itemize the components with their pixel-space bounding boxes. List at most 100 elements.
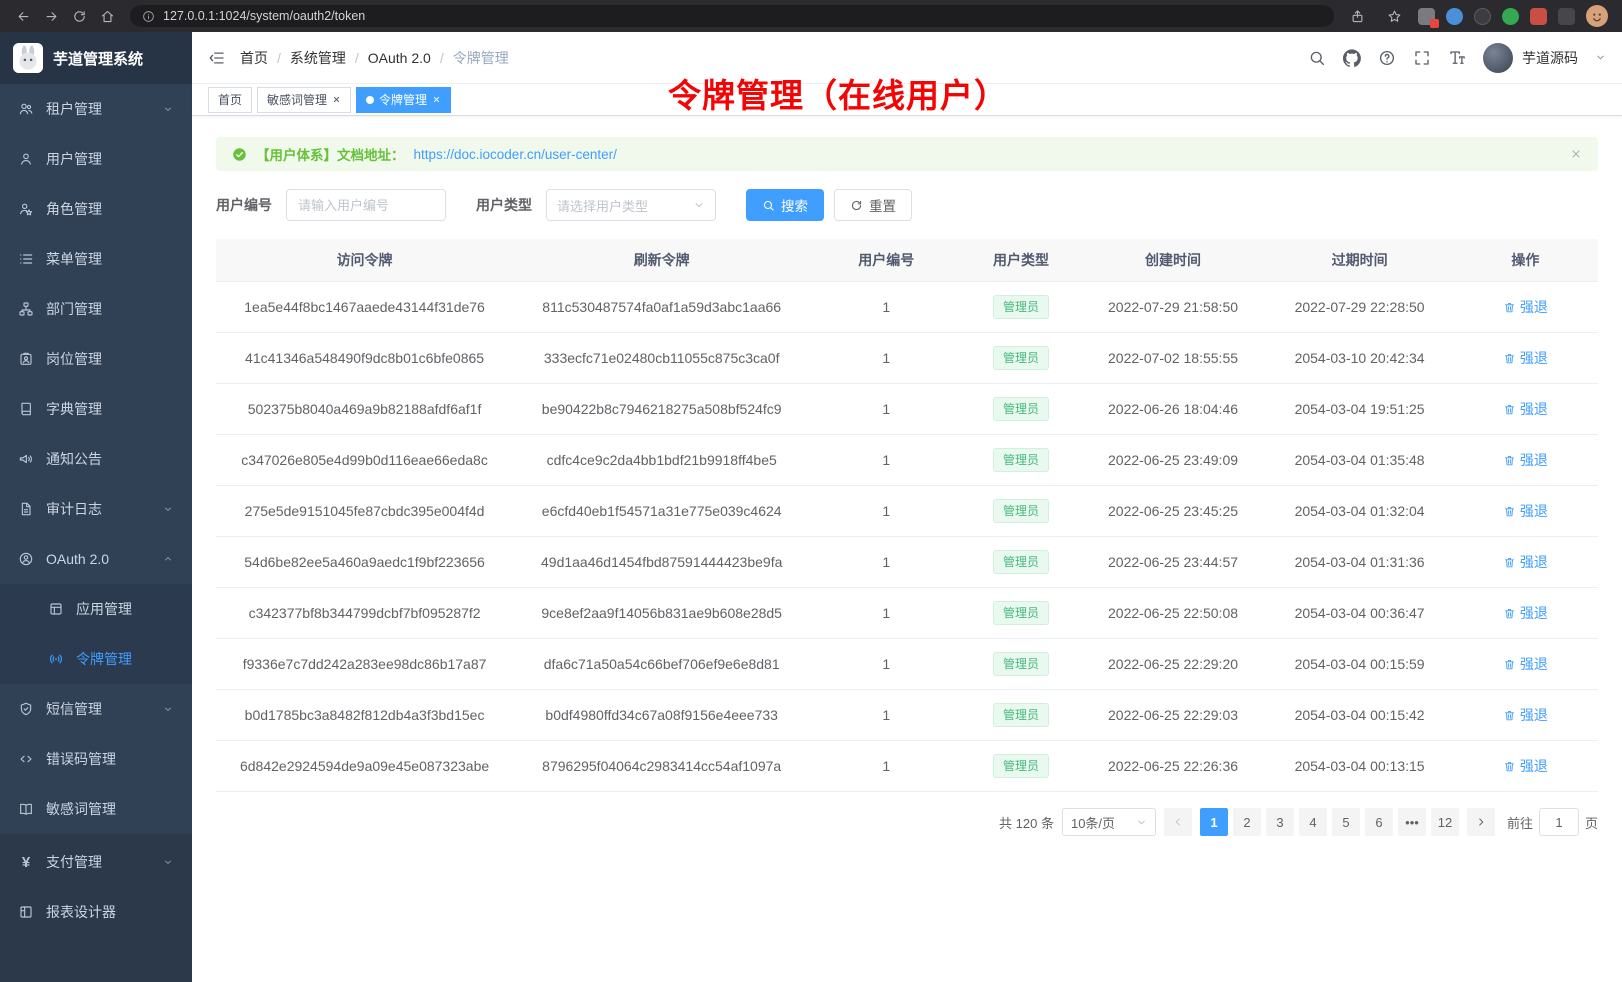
- search-button[interactable]: 搜索: [746, 189, 824, 221]
- sidebar-item-sms[interactable]: 短信管理: [0, 684, 192, 734]
- page-size-select[interactable]: 10条/页: [1062, 808, 1156, 836]
- force-logout-button[interactable]: 强退: [1503, 756, 1548, 776]
- pager-page-4[interactable]: 4: [1299, 808, 1327, 836]
- pager-pages: 123456•••12: [1200, 808, 1459, 836]
- pay-icon: ¥: [18, 855, 34, 870]
- sidebar-subitem-app[interactable]: 应用管理: [0, 584, 192, 634]
- user-type-select[interactable]: 请选择用户类型: [546, 189, 716, 221]
- prev-page-button[interactable]: [1164, 808, 1192, 836]
- share-icon[interactable]: [1344, 3, 1370, 29]
- app-logo-row[interactable]: 芋道管理系统: [0, 32, 192, 84]
- browser-profile-avatar[interactable]: [1586, 5, 1608, 27]
- tab-2[interactable]: 令牌管理: [356, 87, 451, 113]
- bookmark-star-icon[interactable]: [1381, 3, 1407, 29]
- sidebar-item-notice[interactable]: 通知公告: [0, 434, 192, 484]
- dict-icon: [18, 401, 34, 417]
- extension-dark-icon[interactable]: [1474, 8, 1491, 25]
- font-size-icon[interactable]: [1448, 49, 1466, 67]
- sidebar-item-post[interactable]: 岗位管理: [0, 334, 192, 384]
- sidebar-item-sensitive[interactable]: 敏感词管理: [0, 784, 192, 834]
- site-info-icon[interactable]: [142, 10, 155, 23]
- search-icon[interactable]: [1308, 49, 1326, 67]
- sidebar-item-errcode[interactable]: 错误码管理: [0, 734, 192, 784]
- browser-reload-icon[interactable]: [66, 3, 92, 29]
- user-avatar[interactable]: [1483, 43, 1513, 73]
- column-header-0: 访问令牌: [216, 239, 513, 282]
- goto-label: 前往: [1507, 813, 1533, 832]
- created-time-cell: 2022-06-25 22:50:08: [1080, 588, 1267, 639]
- extension-puzzle-icon[interactable]: [1530, 8, 1547, 25]
- extension-green-icon[interactable]: [1502, 8, 1519, 25]
- sidebar-item-report[interactable]: 报表设计器: [0, 887, 192, 937]
- tab-close-icon[interactable]: [432, 95, 441, 104]
- breadcrumb-item-2[interactable]: OAuth 2.0: [368, 50, 431, 66]
- browser-address-bar[interactable]: 127.0.0.1:1024/system/oauth2/token: [130, 5, 1334, 27]
- extension-blue-icon[interactable]: [1446, 8, 1463, 25]
- browser-back-icon[interactable]: [10, 3, 36, 29]
- browser-home-icon[interactable]: [94, 3, 120, 29]
- breadcrumb-item-0[interactable]: 首页: [240, 48, 268, 68]
- sidebar-fold-icon[interactable]: [208, 49, 226, 67]
- force-logout-button[interactable]: 强退: [1503, 348, 1548, 368]
- extension-badged-icon[interactable]: [1418, 8, 1435, 25]
- user-id-cell: 1: [810, 486, 962, 537]
- force-logout-button[interactable]: 强退: [1503, 654, 1548, 674]
- sidebar-item-dept[interactable]: 部门管理: [0, 284, 192, 334]
- sidebar-item-role[interactable]: 角色管理: [0, 184, 192, 234]
- token-table: 访问令牌刷新令牌用户编号用户类型创建时间过期时间操作 1ea5e44f8bc14…: [216, 239, 1598, 792]
- table-row: 1ea5e44f8bc1467aaede43144f31de76811c5304…: [216, 282, 1598, 333]
- user-menu-caret-icon[interactable]: [1595, 52, 1606, 63]
- sidebar-item-tenant[interactable]: 租户管理: [0, 84, 192, 134]
- column-header-3: 用户类型: [962, 239, 1079, 282]
- active-tab-dot: [366, 96, 374, 104]
- pager-page-3[interactable]: 3: [1266, 808, 1294, 836]
- tab-close-icon[interactable]: [332, 95, 341, 104]
- extension-gray-icon[interactable]: [1558, 8, 1575, 25]
- sidebar-subitem-token[interactable]: 令牌管理: [0, 634, 192, 684]
- arrow-left-icon: [1172, 816, 1184, 828]
- user-name[interactable]: 芋道源码: [1522, 48, 1578, 68]
- table-row: 41c41346a548490f9dc8b01c6bfe0865333ecfc7…: [216, 333, 1598, 384]
- sidebar-item-dict[interactable]: 字典管理: [0, 384, 192, 434]
- doc-link[interactable]: https://doc.iocoder.cn/user-center/: [414, 147, 617, 162]
- user-type-badge: 管理员: [993, 754, 1049, 778]
- force-logout-button[interactable]: 强退: [1503, 501, 1548, 521]
- pager-page-1[interactable]: 1: [1200, 808, 1228, 836]
- tab-1[interactable]: 敏感词管理: [257, 87, 351, 113]
- pager-page-6[interactable]: 6: [1365, 808, 1393, 836]
- github-icon[interactable]: [1343, 49, 1361, 67]
- reset-button[interactable]: 重置: [834, 189, 912, 221]
- sidebar-item-user[interactable]: 用户管理: [0, 134, 192, 184]
- breadcrumb-item-1[interactable]: 系统管理: [290, 48, 346, 68]
- refresh-token-cell: cdfc4ce9c2da4bb1bdf21b9918ff4be5: [513, 435, 810, 486]
- force-logout-button[interactable]: 强退: [1503, 399, 1548, 419]
- user-id-input[interactable]: [286, 189, 446, 221]
- goto-page-input[interactable]: [1539, 808, 1579, 836]
- trash-icon: [1503, 658, 1516, 671]
- trash-icon: [1503, 607, 1516, 620]
- tab-0[interactable]: 首页: [208, 87, 252, 113]
- pager-page-12[interactable]: 12: [1431, 808, 1459, 836]
- pager-page-2[interactable]: 2: [1233, 808, 1261, 836]
- force-logout-button[interactable]: 强退: [1503, 450, 1548, 470]
- report-icon: [18, 904, 34, 920]
- force-logout-button[interactable]: 强退: [1503, 552, 1548, 572]
- force-logout-button[interactable]: 强退: [1503, 705, 1548, 725]
- refresh-token-cell: 333ecfc71e02480cb11055c875c3ca0f: [513, 333, 810, 384]
- user-id-cell: 1: [810, 384, 962, 435]
- pager-page-5[interactable]: 5: [1332, 808, 1360, 836]
- alert-close-icon[interactable]: [1570, 148, 1582, 160]
- sidebar-item-pay[interactable]: ¥支付管理: [0, 837, 192, 887]
- sidebar-item-oauth[interactable]: OAuth 2.0: [0, 534, 192, 584]
- sidebar-item-audit[interactable]: 审计日志: [0, 484, 192, 534]
- force-logout-button[interactable]: 强退: [1503, 603, 1548, 623]
- expire-time-cell: 2054-03-04 00:15:42: [1266, 690, 1453, 741]
- force-logout-button[interactable]: 强退: [1503, 297, 1548, 317]
- help-icon[interactable]: [1378, 49, 1396, 67]
- next-page-button[interactable]: [1467, 808, 1495, 836]
- sidebar-item-menu-list[interactable]: 菜单管理: [0, 234, 192, 284]
- access-token-cell: c347026e805e4d99b0d116eae66eda8c: [216, 435, 513, 486]
- pager-more-button[interactable]: •••: [1398, 808, 1426, 836]
- fullscreen-icon[interactable]: [1413, 49, 1431, 67]
- browser-forward-icon[interactable]: [38, 3, 64, 29]
